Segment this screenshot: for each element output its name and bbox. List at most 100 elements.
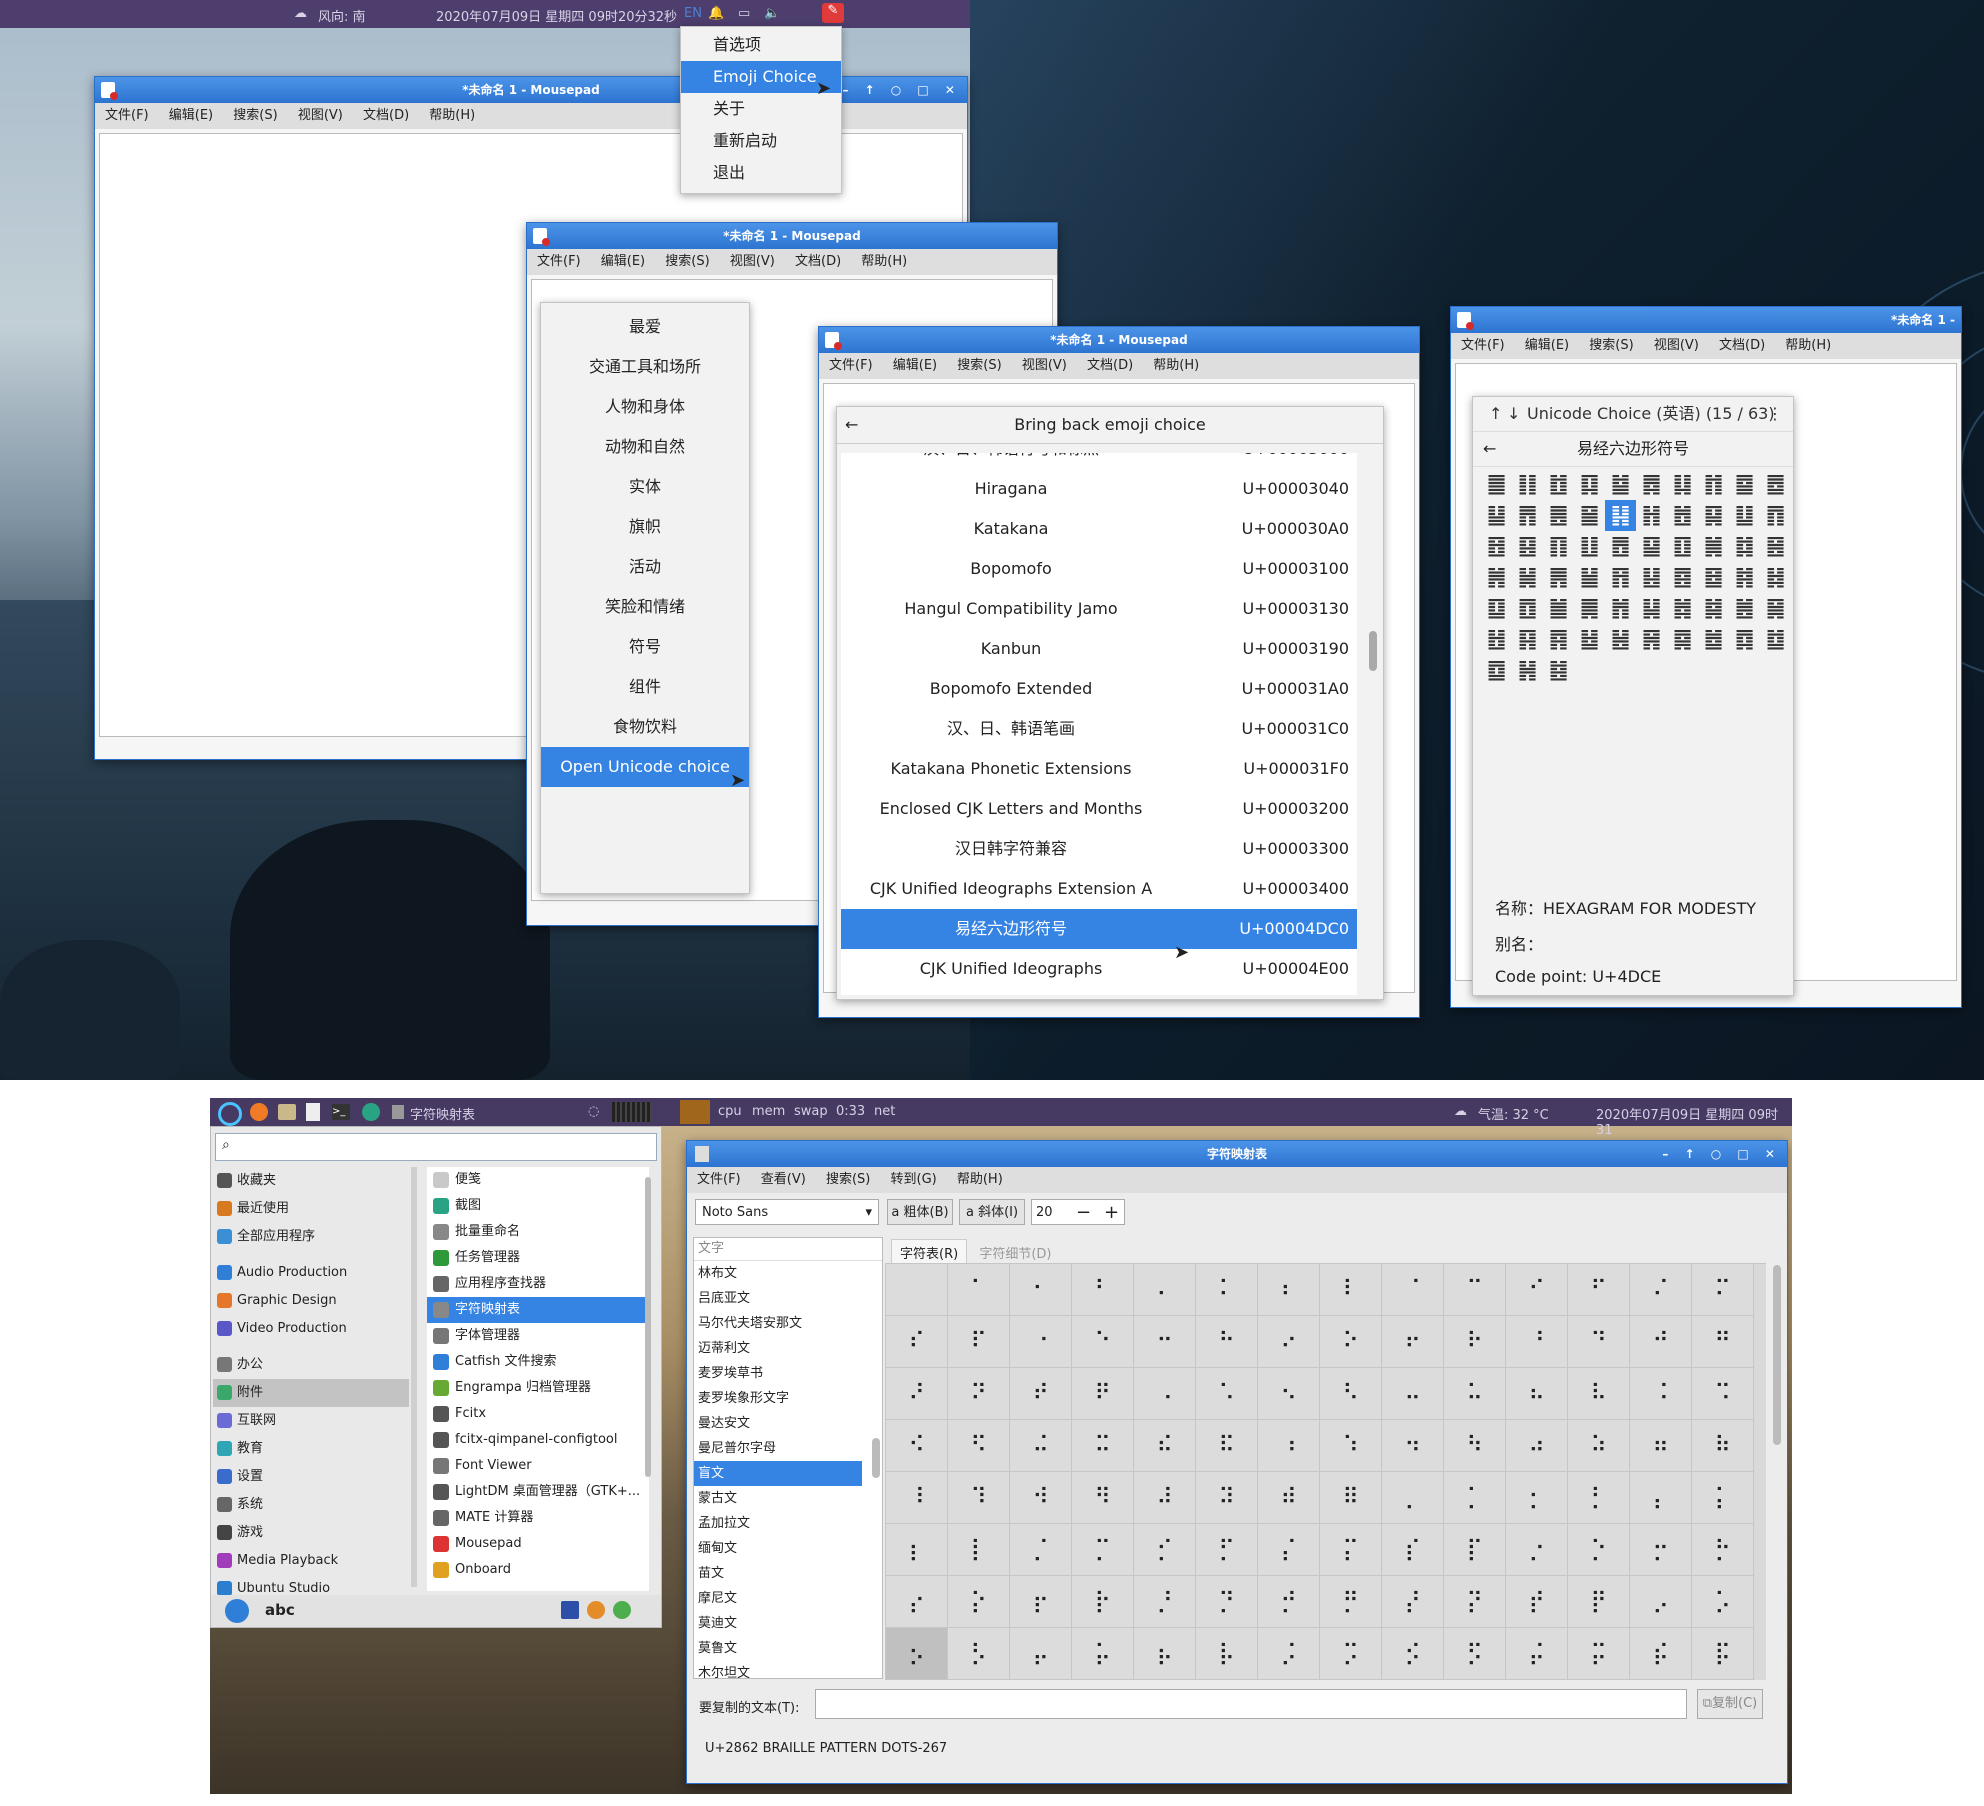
char-cell[interactable]: ⠛ bbox=[1692, 1316, 1754, 1368]
hexagram-glyph[interactable]: ䷈ bbox=[1729, 469, 1760, 500]
category-scrollbar[interactable] bbox=[411, 1167, 417, 1587]
menu-view[interactable]: 视图(V) bbox=[730, 254, 775, 269]
menu-search[interactable]: 搜索(S) bbox=[233, 108, 277, 123]
hexagram-glyph[interactable]: ䷦ bbox=[1729, 562, 1760, 593]
char-cell[interactable]: ⡟ bbox=[1568, 1576, 1630, 1628]
char-cell[interactable]: ⡯ bbox=[1692, 1628, 1754, 1680]
char-cell[interactable]: ⠥ bbox=[1444, 1368, 1506, 1420]
unicode-block-row[interactable]: Bopomofo Extended U+000031A0 bbox=[841, 669, 1357, 709]
hexagram-glyph[interactable]: ䷮ bbox=[1667, 593, 1698, 624]
app-scrollbar[interactable] bbox=[645, 1177, 651, 1477]
menu-help[interactable]: 帮助(H) bbox=[957, 1172, 1003, 1187]
char-cell[interactable]: ⠼ bbox=[1134, 1472, 1196, 1524]
char-cell[interactable]: ⠯ bbox=[1196, 1420, 1258, 1472]
menu-edit[interactable]: 编辑(E) bbox=[601, 254, 645, 269]
char-cell[interactable]: ⡍ bbox=[1320, 1524, 1382, 1576]
char-cell[interactable]: ⠨ bbox=[1630, 1368, 1692, 1420]
menu-help[interactable]: 帮助(H) bbox=[1785, 338, 1831, 353]
app-item[interactable]: fcitx-qimpanel-configtool bbox=[427, 1427, 649, 1453]
tab-character-table[interactable]: 字符表(R) bbox=[891, 1239, 968, 1266]
hexagram-glyph[interactable]: ䷳ bbox=[1512, 624, 1543, 655]
char-cell[interactable]: ⠑ bbox=[1072, 1316, 1134, 1368]
char-cell[interactable]: ⡥ bbox=[1072, 1628, 1134, 1680]
hexagram-glyph[interactable]: ䷷ bbox=[1636, 624, 1667, 655]
hexagram-glyph[interactable]: ䷻ bbox=[1760, 624, 1791, 655]
menu-file[interactable]: 文件(F) bbox=[829, 358, 873, 373]
plus-icon[interactable]: + bbox=[1104, 1200, 1119, 1226]
char-cell[interactable]: ⠩ bbox=[1692, 1368, 1754, 1420]
menu-edit[interactable]: 编辑(E) bbox=[169, 108, 213, 123]
menu-document[interactable]: 文档(D) bbox=[795, 254, 841, 269]
hexagram-glyph[interactable]: ䷋ bbox=[1512, 500, 1543, 531]
char-cell[interactable]: ⡅ bbox=[1692, 1472, 1754, 1524]
char-cell[interactable]: ⠖ bbox=[1382, 1316, 1444, 1368]
menu-view[interactable]: 视图(V) bbox=[298, 108, 343, 123]
char-cell[interactable]: ⡂ bbox=[1506, 1472, 1568, 1524]
char-cell[interactable]: ⡄ bbox=[1630, 1472, 1692, 1524]
title-bar[interactable]: *未命名 1 - bbox=[1451, 307, 1961, 333]
menu-help[interactable]: 帮助(H) bbox=[1153, 358, 1199, 373]
menu-category[interactable]: Media Playback bbox=[213, 1547, 409, 1575]
hexagram-glyph[interactable]: ䷔ bbox=[1481, 531, 1512, 562]
char-cell[interactable]: ⡀ bbox=[1382, 1472, 1444, 1524]
hexagram-glyph[interactable]: ䷼ bbox=[1481, 655, 1512, 686]
hexagram-glyph[interactable]: ䷕ bbox=[1512, 531, 1543, 562]
hexagram-glyph[interactable]: ䷄ bbox=[1605, 469, 1636, 500]
window-controls[interactable]: – ↑ ○ □ ✕ bbox=[842, 77, 961, 103]
emoji-category-item[interactable]: 动物和自然 bbox=[541, 427, 749, 467]
list-header[interactable]: 文字 bbox=[694, 1238, 882, 1261]
bell-icon[interactable]: 🔔 bbox=[708, 6, 724, 21]
char-cell[interactable]: ⠸ bbox=[886, 1472, 948, 1524]
menu-category[interactable]: 系统 bbox=[213, 1491, 409, 1519]
char-cell[interactable]: ⠷ bbox=[1692, 1420, 1754, 1472]
app-item[interactable]: 截图 bbox=[427, 1193, 649, 1219]
char-cell[interactable]: ⠤ bbox=[1382, 1368, 1444, 1420]
font-size-stepper[interactable]: 20 − + bbox=[1031, 1199, 1125, 1225]
menu-item-preferences[interactable]: 首选项 bbox=[681, 29, 841, 61]
title-bar[interactable]: 字符映射表 – ↑ ○ □ ✕ bbox=[687, 1141, 1787, 1167]
unicode-block-row[interactable]: CJK Unified Ideographs Extension A U+0000… bbox=[841, 869, 1357, 909]
char-cell[interactable]: ⠋ bbox=[1568, 1264, 1630, 1316]
hexagram-glyph[interactable]: ䷥ bbox=[1698, 562, 1729, 593]
hexagram-glyph[interactable]: ䷒ bbox=[1729, 500, 1760, 531]
char-cell[interactable]: ⠗ bbox=[1444, 1316, 1506, 1368]
char-cell[interactable]: ⡒ bbox=[1630, 1524, 1692, 1576]
arrow-up-icon[interactable]: ↑ bbox=[1489, 397, 1502, 431]
char-cell[interactable]: ⠢ bbox=[1258, 1368, 1320, 1420]
unicode-block-row[interactable]: 汉、日、韩语符号和标点 U+00003000 bbox=[841, 453, 1357, 469]
char-cell[interactable]: ⠕ bbox=[1320, 1316, 1382, 1368]
char-cell[interactable]: ⠣ bbox=[1320, 1368, 1382, 1420]
app-item[interactable]: Engrampa 归档管理器 bbox=[427, 1375, 649, 1401]
hexagram-glyph[interactable]: ䷞ bbox=[1481, 562, 1512, 593]
char-cell[interactable]: ⠄ bbox=[1134, 1264, 1196, 1316]
char-cell[interactable]: ⡏ bbox=[1444, 1524, 1506, 1576]
menu-search[interactable]: 搜索(S) bbox=[665, 254, 709, 269]
char-cell[interactable]: ⠔ bbox=[1258, 1316, 1320, 1368]
unicode-block-row[interactable]: Kanbun U+00003190 bbox=[841, 629, 1357, 669]
script-scrollbar[interactable] bbox=[872, 1438, 880, 1478]
char-cell[interactable]: ⡧ bbox=[1196, 1628, 1258, 1680]
hexagram-glyph[interactable]: ䷹ bbox=[1698, 624, 1729, 655]
hexagram-glyph[interactable]: ䷡ bbox=[1574, 562, 1605, 593]
hexagram-glyph[interactable]: ䷍ bbox=[1574, 500, 1605, 531]
char-cell[interactable]: ⠜ bbox=[886, 1368, 948, 1420]
unicode-block-row[interactable]: 汉日韩字符兼容 U+00003300 bbox=[841, 829, 1357, 869]
char-cell[interactable]: ⡎ bbox=[1382, 1524, 1444, 1576]
app-item[interactable]: 批量重命名 bbox=[427, 1219, 649, 1245]
menu-file[interactable]: 文件(F) bbox=[697, 1172, 741, 1187]
emoji-category-item[interactable]: 人物和身体 bbox=[541, 387, 749, 427]
emoji-category-item[interactable]: 笑脸和情绪 bbox=[541, 587, 749, 627]
menu-search[interactable]: 搜索(S) bbox=[1589, 338, 1633, 353]
script-item[interactable]: 麦罗埃象形文字 bbox=[694, 1386, 862, 1411]
script-item[interactable]: 孟加拉文 bbox=[694, 1511, 862, 1536]
hexagram-glyph[interactable]: ䷭ bbox=[1636, 593, 1667, 624]
app-item[interactable]: Catfish 文件搜索 bbox=[427, 1349, 649, 1375]
menu-search[interactable]: 搜索(S) bbox=[826, 1172, 870, 1187]
unicode-block-row[interactable]: Hangul Compatibility Jamo U+00003130 bbox=[841, 589, 1357, 629]
char-cell[interactable]: ⡗ bbox=[1072, 1576, 1134, 1628]
char-cell[interactable]: ⠉ bbox=[1444, 1264, 1506, 1316]
char-cell[interactable]: ⠐ bbox=[1010, 1316, 1072, 1368]
hexagram-glyph[interactable]: ䷗ bbox=[1574, 531, 1605, 562]
charmap-task-icon[interactable] bbox=[392, 1105, 404, 1119]
emoji-category-item[interactable]: 旗帜 bbox=[541, 507, 749, 547]
